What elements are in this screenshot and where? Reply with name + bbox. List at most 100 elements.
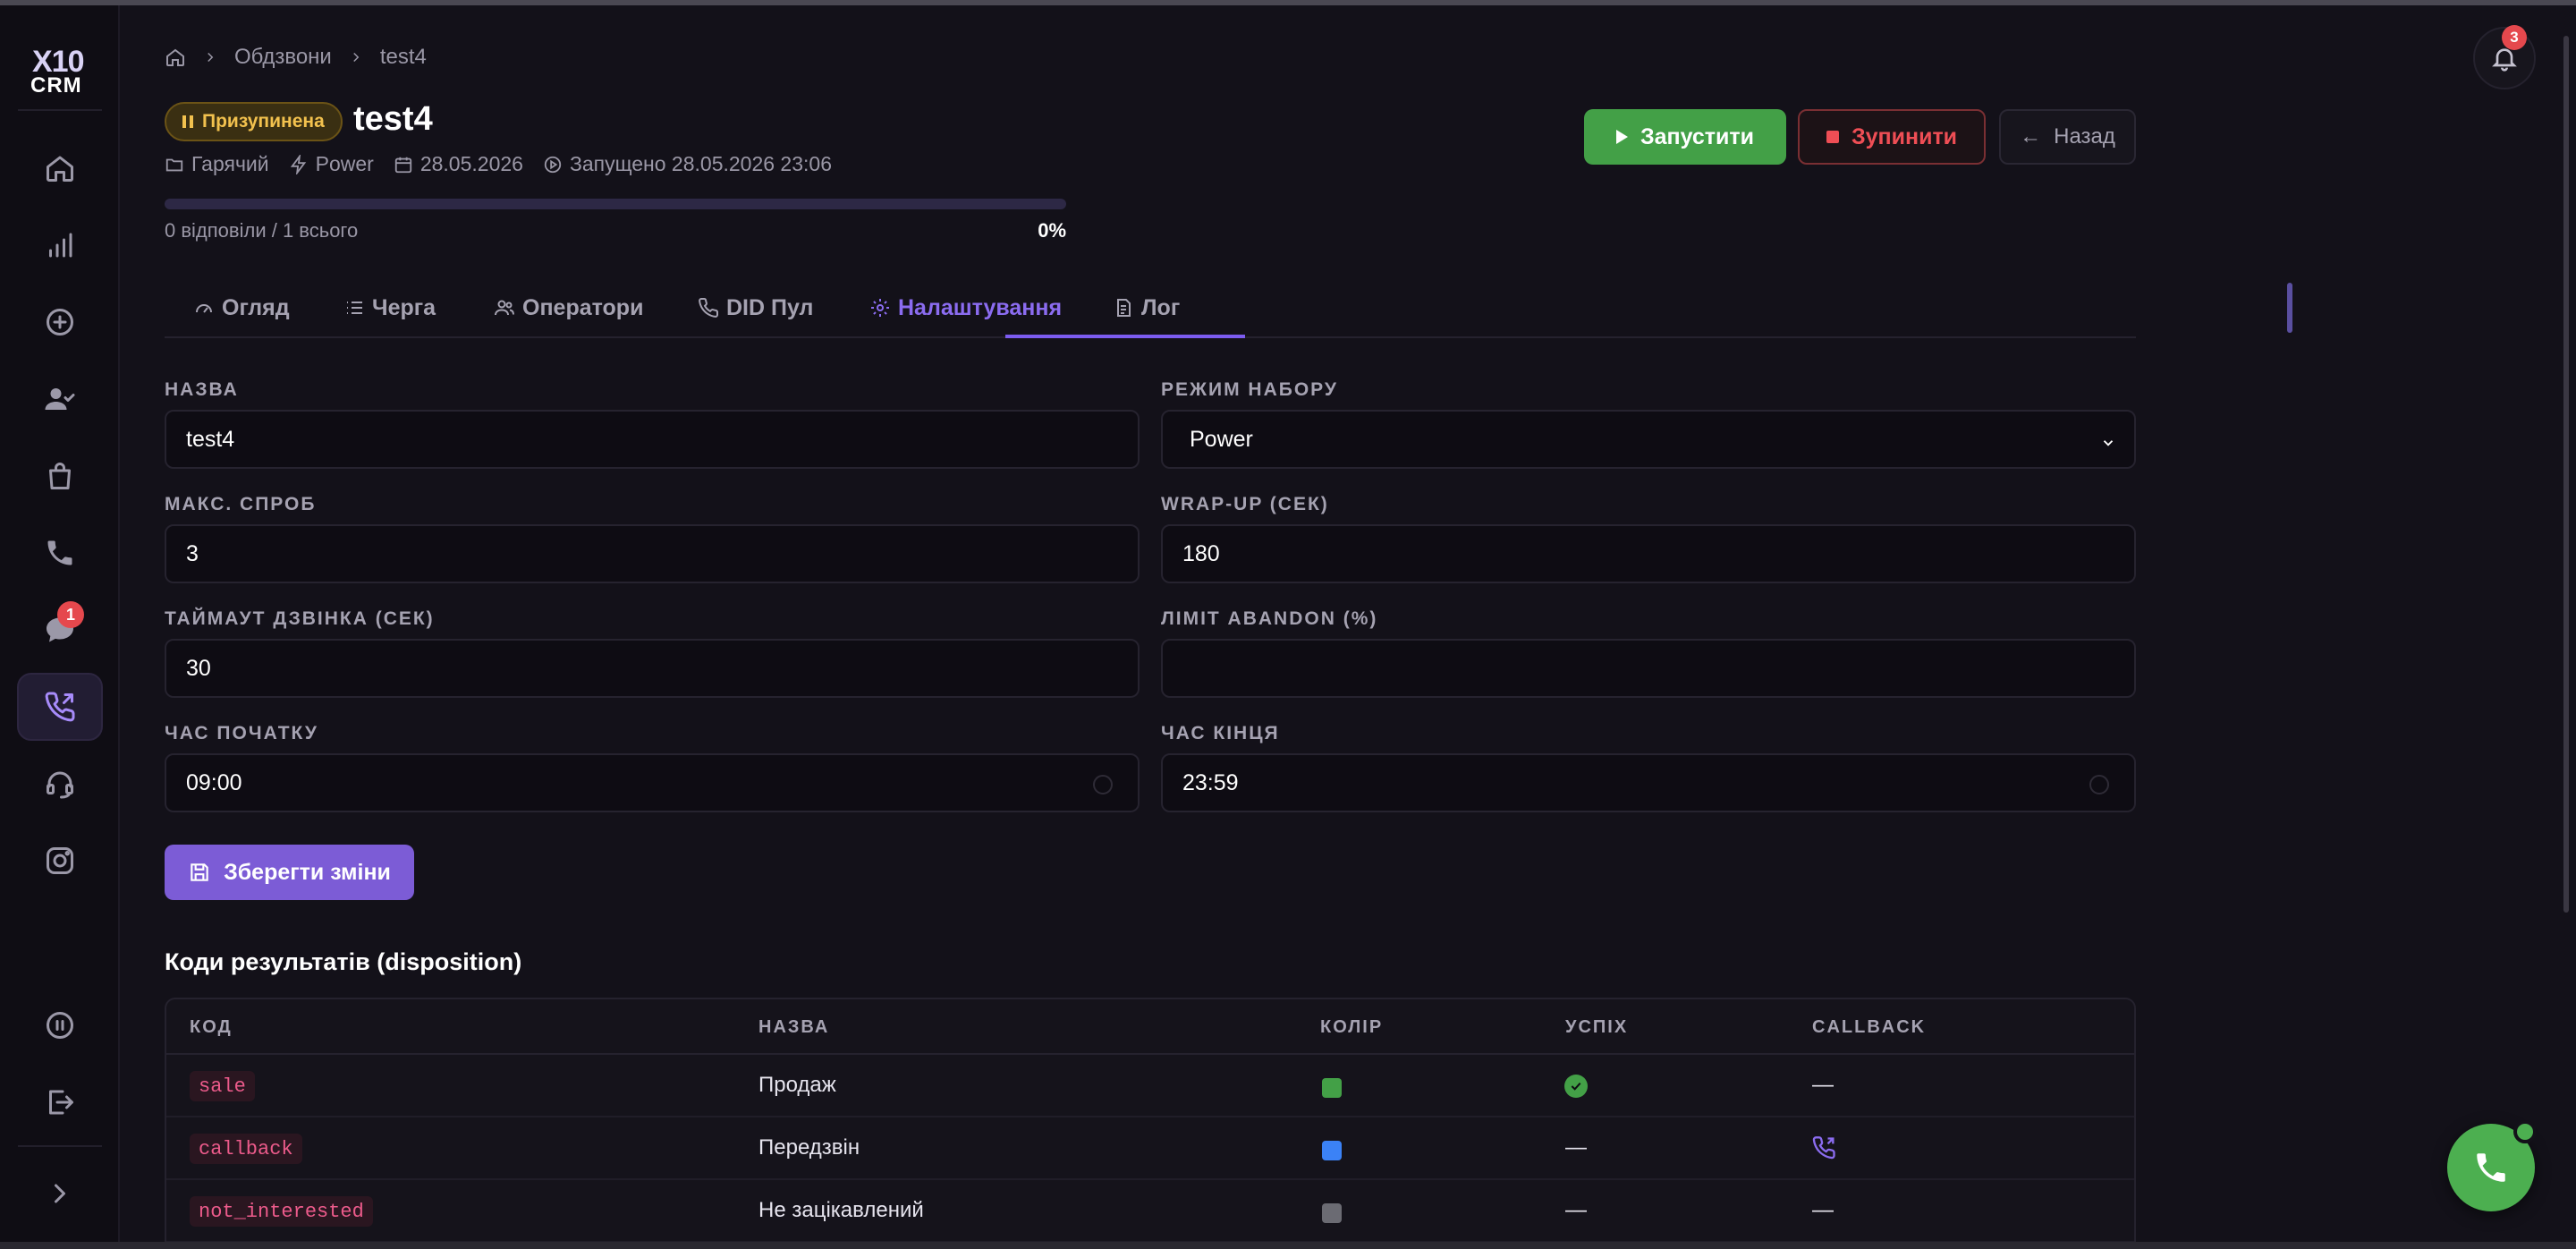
clock-icon[interactable] [1093, 775, 1113, 794]
nav-calls[interactable] [17, 519, 103, 587]
active-tab-indicator [1005, 335, 1245, 338]
table-row[interactable]: sale Продаж — [166, 1055, 2134, 1117]
column-name: НАЗВА [758, 1017, 830, 1037]
sidebar-divider-bottom [18, 1145, 102, 1147]
back-button[interactable]: ← Назад [1999, 109, 2136, 165]
tab-operators-label: Оператори [522, 294, 644, 320]
progress-bar [165, 199, 1066, 209]
progress-label: 0 відповіли / 1 всього [165, 219, 359, 242]
nav-analytics[interactable] [17, 211, 103, 279]
tab-settings[interactable]: Налаштування [869, 277, 1062, 338]
nav-users[interactable] [17, 365, 103, 433]
start-time-input[interactable]: 09:00 [165, 753, 1140, 812]
end-time-input[interactable]: 23:59 [1161, 753, 2136, 812]
tab-operators[interactable]: Оператори [494, 277, 643, 338]
name-label: НАЗВА [165, 379, 239, 400]
meta-folder: Гарячий [191, 152, 269, 175]
callback-value: — [1812, 1198, 1834, 1222]
notifications-badge: 3 [2502, 25, 2527, 50]
disposition-name: Продаж [758, 1073, 836, 1097]
table-row[interactable]: not_interested Не зацікавлений — — [166, 1180, 2134, 1243]
tab-overview-label: Огляд [222, 294, 290, 320]
breadcrumb: Обдзвони test4 [165, 45, 427, 70]
lightning-icon [290, 154, 306, 174]
end-time-value: 23:59 [1182, 769, 1239, 795]
tab-overview[interactable]: Огляд [193, 277, 290, 338]
status-label: Призупинена [202, 111, 325, 132]
nav-home[interactable] [17, 134, 103, 202]
phone-icon [2477, 1153, 2505, 1182]
tab-queue-label: Черга [372, 294, 436, 320]
nav-add[interactable] [17, 288, 103, 356]
dispositions-title: Коди результатів (disposition) [165, 948, 522, 975]
nav-instagram[interactable] [17, 827, 103, 895]
clock-icon[interactable] [2089, 775, 2109, 794]
tab-did-pool[interactable]: DID Пул [698, 277, 813, 338]
chevron-right-icon [353, 52, 360, 63]
table-row[interactable]: callback Передзвін — [166, 1117, 2134, 1180]
file-text-icon [1117, 299, 1131, 317]
tab-queue[interactable]: Черга [343, 277, 436, 338]
window-frame-bottom [0, 1242, 2576, 1249]
breadcrumb-current: test4 [379, 45, 427, 69]
tab-bar: Огляд Черга Оператори DID Пул Налаштуван… [165, 277, 2292, 338]
disposition-code: callback [190, 1134, 302, 1164]
call-timeout-input[interactable] [165, 639, 1140, 698]
nav-pause[interactable] [17, 991, 103, 1059]
online-indicator [2513, 1120, 2537, 1143]
max-attempts-label: МАКС. СПРОБ [165, 494, 317, 514]
users-icon [495, 300, 514, 316]
progress-percent: 0% [1038, 219, 1066, 242]
nav-logout[interactable] [17, 1068, 103, 1136]
logo[interactable]: X10 CRM [29, 43, 91, 98]
abandon-limit-input[interactable] [1161, 639, 2136, 698]
meta-date: 28.05.2026 [419, 152, 523, 175]
dial-mode-value: Power [1190, 426, 1253, 452]
sidebar-expand[interactable] [17, 1160, 103, 1228]
nav-orders[interactable] [17, 442, 103, 510]
home-icon[interactable] [165, 47, 186, 68]
sidebar: X10 CRM 1 [0, 5, 120, 1244]
status-badge: Призупинена [165, 102, 343, 141]
wrapup-input[interactable] [1161, 524, 2136, 583]
nav-support[interactable] [17, 750, 103, 818]
start-button[interactable]: Запустити [1584, 109, 1786, 165]
phone-icon [47, 540, 72, 565]
logout-icon [49, 1090, 73, 1115]
disposition-code: sale [190, 1071, 255, 1101]
tab-did-pool-label: DID Пул [726, 294, 814, 320]
page-scrollbar[interactable] [2563, 36, 2569, 913]
back-button-label: Назад [2054, 124, 2115, 149]
max-attempts-input[interactable] [165, 524, 1140, 583]
save-changes-button[interactable]: Зберегти зміни [165, 845, 414, 900]
pause-icon [182, 115, 193, 128]
nav-outbound-campaigns[interactable] [17, 673, 103, 741]
save-changes-label: Зберегти зміни [224, 859, 391, 885]
breadcrumb-section[interactable]: Обдзвони [234, 45, 332, 70]
check-circle-icon [1564, 1075, 1588, 1098]
start-time-value: 09:00 [186, 769, 242, 795]
gear-icon [871, 299, 889, 317]
play-icon [1615, 130, 1628, 144]
start-button-label: Запустити [1640, 123, 1755, 149]
tab-scrollbar[interactable] [2287, 283, 2292, 333]
arrow-left-icon: ← [2020, 124, 2042, 149]
page-title: test4 [353, 100, 433, 138]
disposition-code: not_interested [190, 1196, 373, 1227]
stop-button[interactable]: Зупинити [1798, 109, 1986, 165]
play-circle-icon [544, 156, 562, 173]
callback-value: — [1812, 1073, 1834, 1097]
column-callback: CALLBACK [1812, 1017, 1927, 1037]
chevron-right-icon [208, 52, 214, 63]
home-icon [47, 156, 73, 182]
phone-outgoing-icon [45, 692, 75, 722]
phone-icon [699, 297, 719, 318]
dial-mode-select[interactable]: Power [1161, 410, 2136, 469]
name-input[interactable] [165, 410, 1140, 469]
user-check-icon [45, 388, 75, 410]
folder-icon [165, 158, 183, 171]
save-icon [191, 863, 208, 881]
headset-icon [47, 771, 73, 799]
tab-log[interactable]: Лог [1113, 277, 1180, 338]
color-swatch [1322, 1141, 1342, 1160]
